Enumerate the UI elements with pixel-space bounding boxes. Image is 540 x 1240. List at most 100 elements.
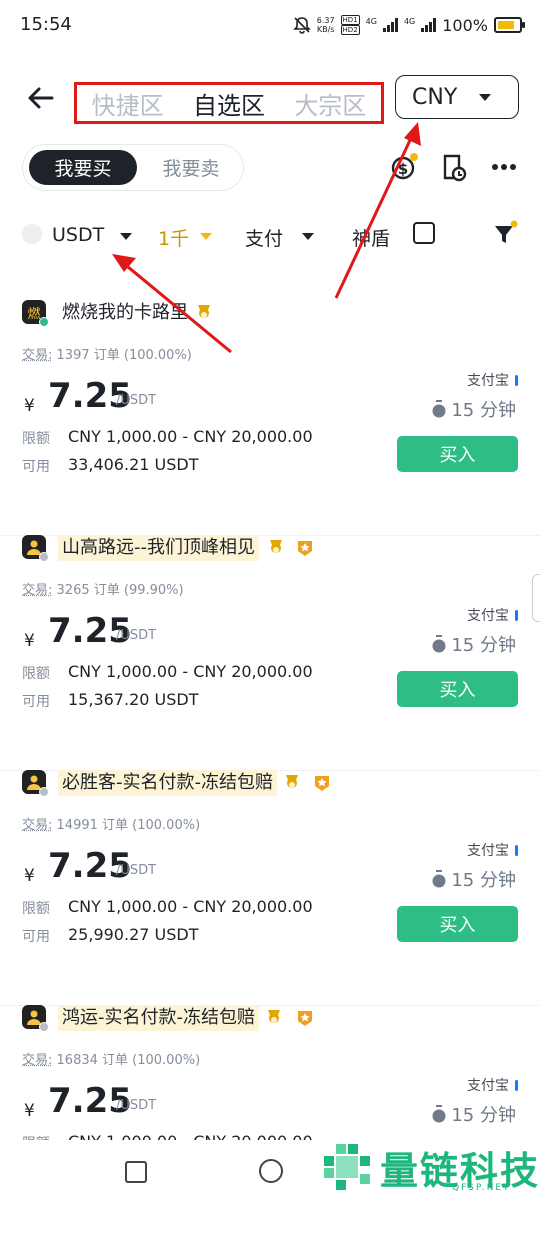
trade-stats: 交易: 1397 订单 (100.00%) bbox=[22, 344, 192, 363]
price-unit: /USDT bbox=[116, 1098, 156, 1113]
merchant-avatar bbox=[22, 770, 46, 794]
available-label: 可用 bbox=[22, 691, 50, 711]
buy-button[interactable]: 买入 bbox=[397, 671, 518, 707]
coin-filter[interactable]: USDT bbox=[52, 224, 104, 246]
order-history-button[interactable] bbox=[440, 150, 470, 184]
price-unit: /USDT bbox=[116, 393, 156, 408]
market-tabs: 快捷区 自选区 大宗区 bbox=[74, 82, 384, 124]
watermark-logo-icon bbox=[322, 1140, 374, 1192]
hd-icon: HD1 HD2 bbox=[341, 15, 360, 35]
chevron-down-icon bbox=[479, 94, 491, 101]
trade-stats: 交易: 14991 订单 (100.00%) bbox=[22, 814, 200, 833]
recent-apps-button[interactable] bbox=[125, 1161, 147, 1183]
listing-item: 燃 燃烧我的卡路里 交易: 1397 订单 (100.00%) ¥ 7.25 /… bbox=[0, 300, 540, 536]
merchant-name[interactable]: 鸿运-实名付款-冻结包赔 bbox=[58, 1005, 259, 1031]
timer-icon bbox=[431, 400, 447, 418]
payment-time: 15 分钟 bbox=[431, 866, 516, 892]
limit-value: CNY 1,000.00 - CNY 20,000.00 bbox=[68, 897, 313, 916]
merchant-medal-icon bbox=[284, 774, 300, 792]
payment-method: 支付宝 bbox=[467, 370, 518, 390]
coin-chevron-icon bbox=[120, 233, 132, 240]
verified-star-icon bbox=[297, 539, 313, 557]
payment-method: 支付宝 bbox=[467, 605, 518, 625]
network-type-1: 4G bbox=[366, 17, 377, 26]
limit-label: 限额 bbox=[22, 663, 50, 683]
limit-value: CNY 1,000.00 - CNY 20,000.00 bbox=[68, 662, 313, 681]
online-status-dot bbox=[39, 317, 49, 327]
alipay-bar-icon bbox=[515, 1080, 518, 1091]
offline-status-dot bbox=[39, 552, 49, 562]
network-speed: 6.37 KB/s bbox=[317, 16, 335, 34]
signal-icon-1 bbox=[383, 18, 398, 32]
available-value: 25,990.27 USDT bbox=[68, 925, 198, 944]
tab-quick[interactable]: 快捷区 bbox=[92, 86, 164, 121]
home-button[interactable] bbox=[259, 1159, 283, 1183]
annotation-arrow-to-currency bbox=[336, 122, 421, 298]
buy-tab[interactable]: 我要买 bbox=[29, 150, 137, 185]
alipay-bar-icon bbox=[515, 375, 518, 386]
dollar-swap-icon: $ bbox=[390, 150, 420, 184]
merchant-name[interactable]: 山高路远--我们顶峰相见 bbox=[58, 535, 259, 561]
tab-bulk[interactable]: 大宗区 bbox=[294, 86, 366, 121]
shield-label: 神盾 bbox=[352, 224, 390, 251]
currency-symbol: ¥ bbox=[24, 631, 35, 651]
merchant-name[interactable]: 必胜客-实名付款-冻结包赔 bbox=[58, 770, 277, 796]
currency-symbol: ¥ bbox=[24, 866, 35, 886]
listing-item: 山高路远--我们顶峰相见 交易: 3265 订单 (99.90%) ¥ 7.25… bbox=[0, 535, 540, 771]
available-value: 33,406.21 USDT bbox=[68, 455, 198, 474]
back-arrow-icon bbox=[26, 84, 56, 112]
currency-label: CNY bbox=[412, 85, 457, 110]
payment-time: 15 分钟 bbox=[431, 631, 516, 657]
order-clock-icon bbox=[440, 150, 470, 184]
merchant-name[interactable]: 燃烧我的卡路里 bbox=[58, 300, 192, 326]
currency-exchange-button[interactable]: $ bbox=[390, 150, 420, 184]
trade-stats: 交易: 16834 订单 (100.00%) bbox=[22, 1049, 200, 1068]
battery-percent: 100% bbox=[442, 16, 488, 35]
alipay-bar-icon bbox=[515, 845, 518, 856]
payment-time: 15 分钟 bbox=[431, 396, 516, 422]
tab-selected[interactable]: 自选区 bbox=[193, 86, 265, 121]
alipay-bar-icon bbox=[515, 610, 518, 621]
available-label: 可用 bbox=[22, 926, 50, 946]
buy-button[interactable]: 买入 bbox=[397, 436, 518, 472]
payment-method: 支付宝 bbox=[467, 1075, 518, 1095]
price-unit: /USDT bbox=[116, 628, 156, 643]
currency-symbol: ¥ bbox=[24, 1101, 35, 1121]
payment-time: 15 分钟 bbox=[431, 1101, 516, 1127]
merchant-medal-icon bbox=[266, 1009, 282, 1027]
listing-item: 必胜客-实名付款-冻结包赔 交易: 14991 订单 (100.00%) ¥ 7… bbox=[0, 770, 540, 1006]
currency-symbol: ¥ bbox=[24, 396, 35, 416]
merchant-avatar bbox=[22, 535, 46, 559]
payment-method: 支付宝 bbox=[467, 840, 518, 860]
status-time: 15:54 bbox=[20, 14, 72, 35]
trade-stats: 交易: 3265 订单 (99.90%) bbox=[22, 579, 184, 598]
verified-star-icon bbox=[297, 1009, 313, 1027]
side-drawer-handle[interactable] bbox=[532, 574, 540, 622]
limit-label: 限额 bbox=[22, 898, 50, 918]
currency-selector[interactable]: CNY bbox=[395, 75, 519, 119]
limit-value: CNY 1,000.00 - CNY 20,000.00 bbox=[68, 427, 313, 446]
merchant-avatar: 燃 bbox=[22, 300, 46, 324]
amount-filter[interactable]: 1千 bbox=[158, 224, 189, 251]
payment-filter[interactable]: 支付 bbox=[245, 224, 283, 251]
merchant-medal-icon bbox=[268, 539, 284, 557]
limit-label: 限额 bbox=[22, 428, 50, 448]
merchant-avatar bbox=[22, 1005, 46, 1029]
offline-status-dot bbox=[39, 1022, 49, 1032]
back-button[interactable] bbox=[26, 84, 56, 112]
price-unit: /USDT bbox=[116, 863, 156, 878]
watermark-subtext: QFSP.NET bbox=[452, 1183, 511, 1193]
buy-button[interactable]: 买入 bbox=[397, 906, 518, 942]
battery-icon bbox=[494, 17, 522, 33]
more-button[interactable] bbox=[490, 150, 520, 184]
buy-sell-toggle: 我要买 我要卖 bbox=[22, 144, 244, 191]
svg-text:$: $ bbox=[398, 160, 408, 178]
more-dots-icon bbox=[490, 150, 520, 184]
shield-checkbox[interactable] bbox=[413, 222, 435, 244]
verified-star-icon bbox=[314, 774, 330, 792]
sell-tab[interactable]: 我要卖 bbox=[143, 150, 239, 185]
filter-funnel-icon[interactable] bbox=[492, 220, 520, 248]
payment-chevron-icon bbox=[302, 233, 314, 240]
network-type-2: 4G bbox=[404, 17, 415, 26]
filter-bar: USDT 1千 支付 神盾 bbox=[0, 220, 540, 250]
